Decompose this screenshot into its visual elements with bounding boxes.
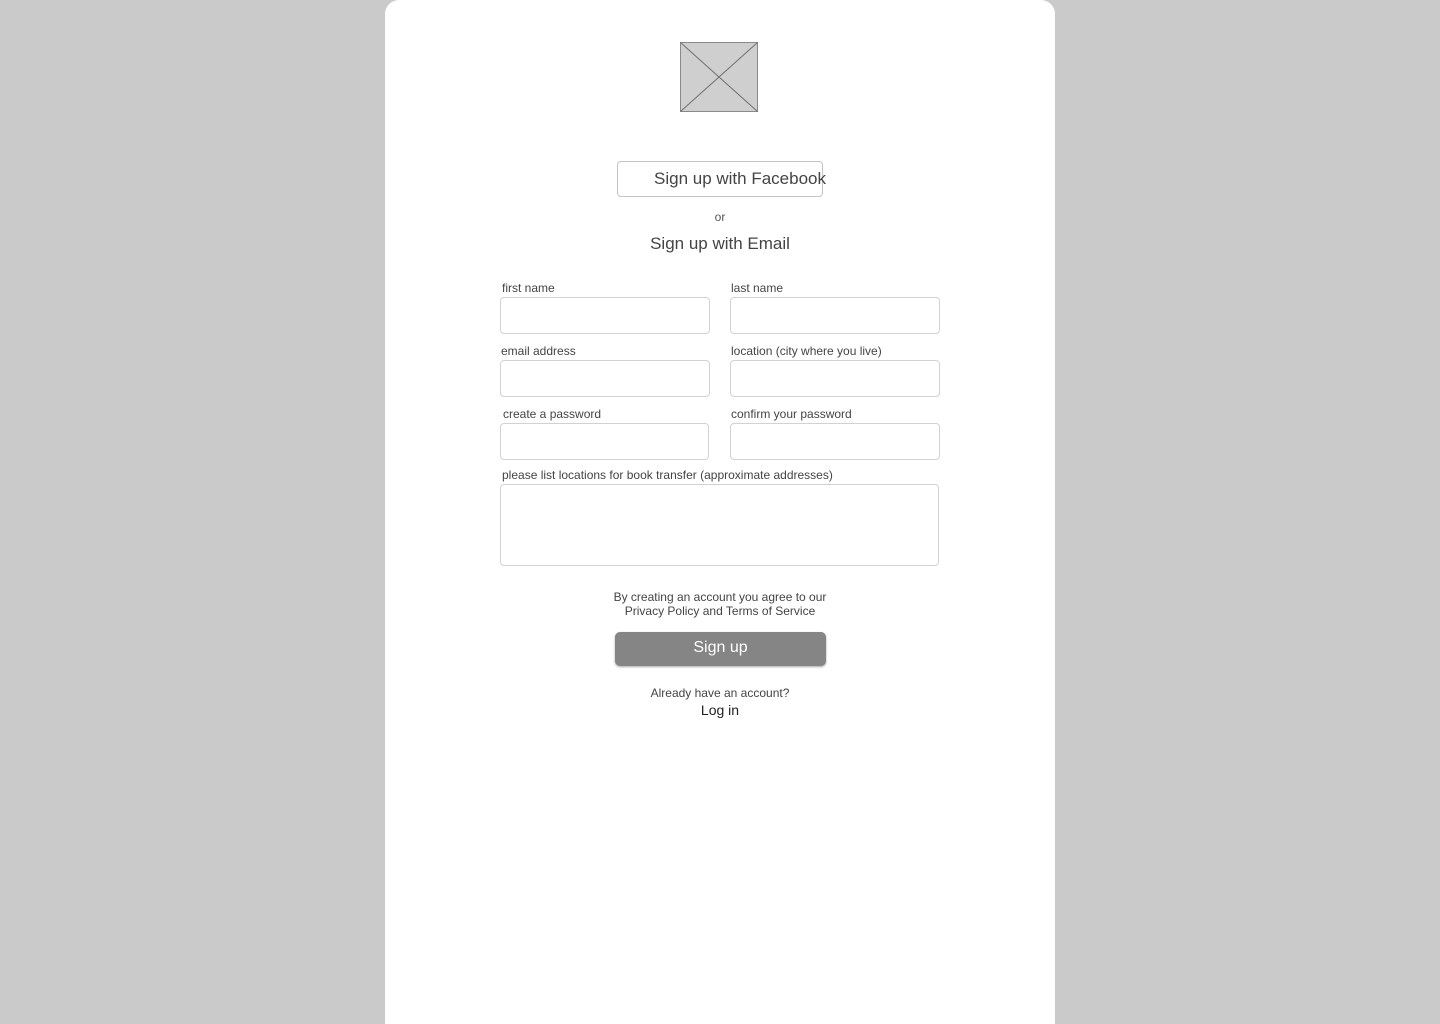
already-have-account-text: Already have an account? [650,686,790,700]
terms-notice: By creating an account you agree to our … [560,590,880,618]
signup-button[interactable]: Sign up [615,632,826,666]
password-field[interactable] [500,423,709,460]
terms-line-2[interactable]: Privacy Policy and Terms of Service [560,604,880,618]
facebook-signup-button[interactable]: Sign up with Facebook [617,161,826,197]
confirm-password-field[interactable] [730,423,940,460]
email-label: email address [501,344,576,358]
first-name-field[interactable] [500,297,710,334]
password-label: create a password [503,407,602,421]
confirm-password-label: confirm your password [731,407,852,421]
terms-line-1: By creating an account you agree to our [613,590,827,604]
or-divider: or [714,210,726,224]
location-label: location (city where you live) [731,344,882,358]
login-link[interactable]: Log in [680,702,760,718]
last-name-field[interactable] [730,297,940,334]
image-placeholder-icon [680,42,758,112]
first-name-label: first name [502,281,555,295]
last-name-label: last name [731,281,784,295]
email-field[interactable] [500,360,710,397]
email-signup-heading: Sign up with Email [650,234,790,253]
transfer-locations-field[interactable] [500,484,939,566]
transfer-locations-label: please list locations for book transfer … [502,468,833,482]
location-field[interactable] [730,360,940,397]
